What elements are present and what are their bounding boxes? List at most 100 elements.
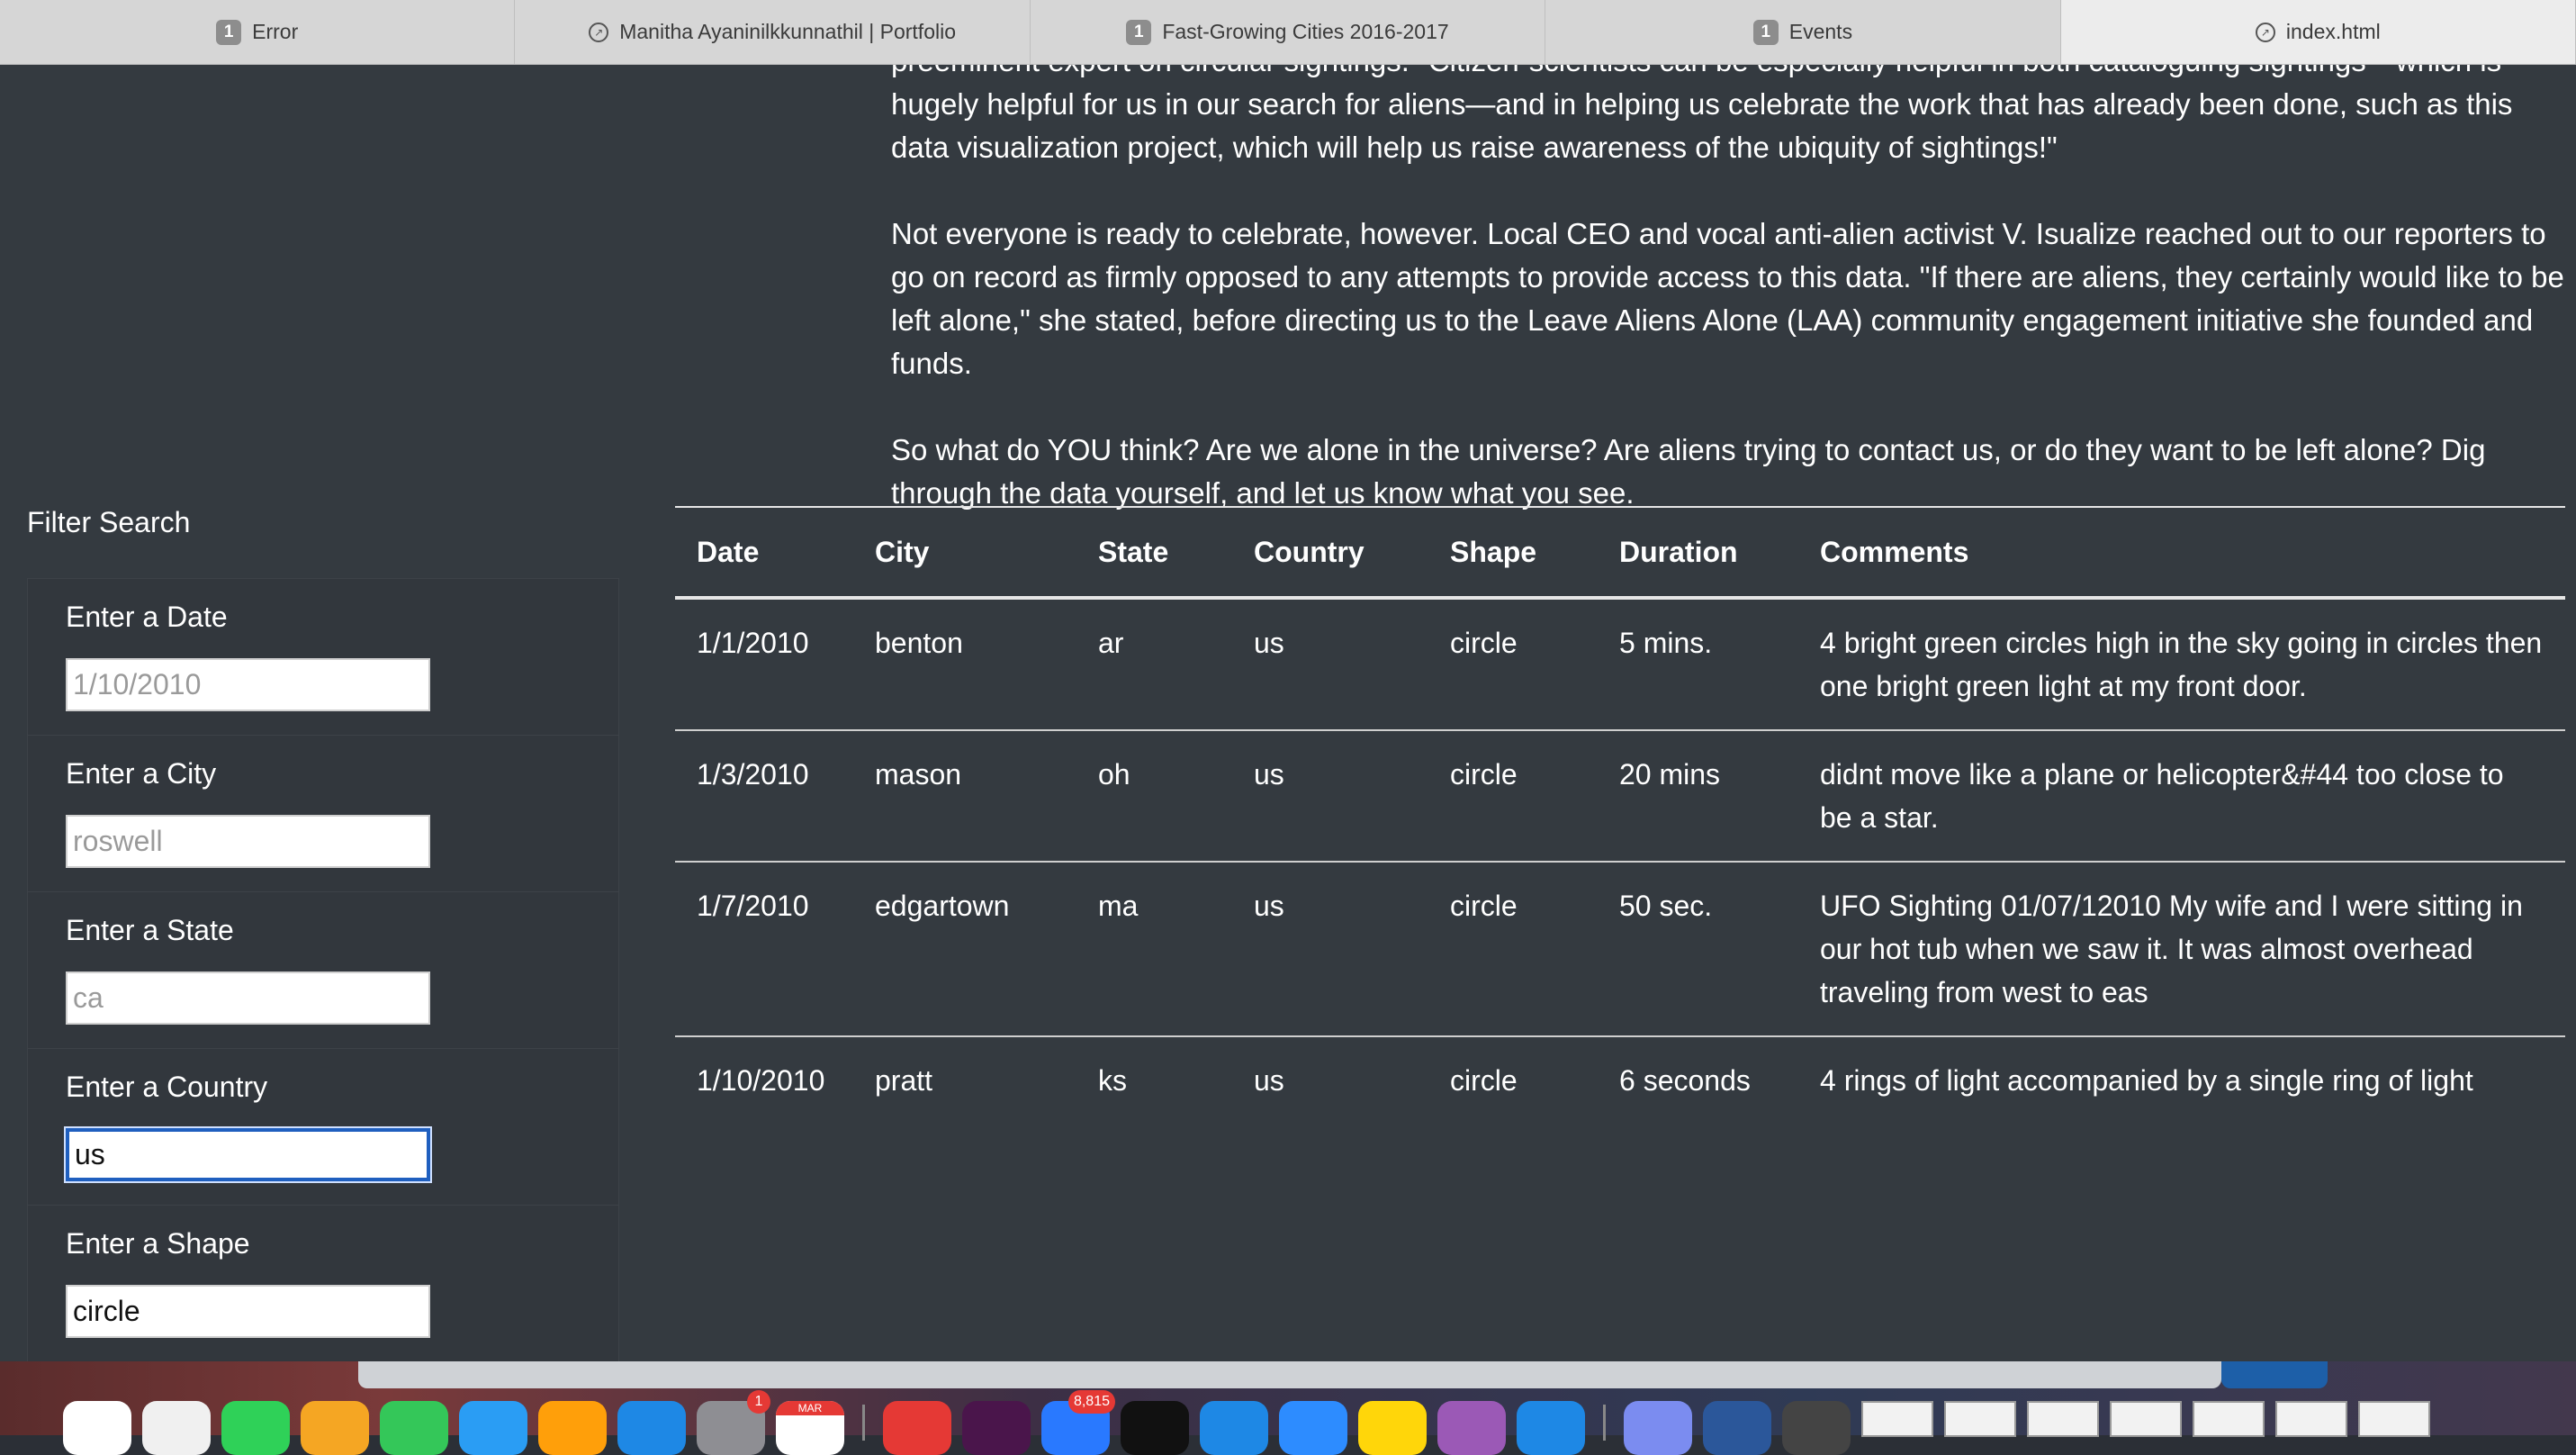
dock-app-icon[interactable]: MAR [776, 1401, 844, 1455]
table-cell-country: us [1232, 862, 1428, 1037]
table-cell-country: us [1232, 598, 1428, 731]
browser-tab-bar: 1 Error ↗ Manitha Ayaninilkkunnathil | Port… [0, 0, 2576, 65]
column-header-shape: Shape [1428, 506, 1598, 600]
dock-app-icon[interactable] [1121, 1401, 1189, 1455]
dock-app-icon[interactable] [63, 1401, 131, 1455]
dock-app-icon[interactable] [380, 1401, 448, 1455]
dock-window-thumbnail[interactable] [2027, 1401, 2099, 1437]
table-cell-country: us [1232, 730, 1428, 863]
dock-window-thumbnail[interactable] [1861, 1401, 1933, 1437]
table-cell-duration: 50 sec. [1598, 862, 1798, 1037]
column-header-date: Date [675, 506, 853, 600]
dock-app-icon[interactable] [142, 1401, 211, 1455]
state-input[interactable] [66, 972, 430, 1025]
country-input[interactable] [66, 1128, 430, 1181]
table-cell-state: ar [1076, 598, 1232, 731]
table-cell-state: oh [1076, 730, 1232, 863]
city-input[interactable] [66, 815, 430, 868]
dock-app-icon[interactable] [883, 1401, 951, 1455]
tab-4[interactable]: ↗ index.html [2060, 0, 2576, 64]
table-cell-comments: 4 rings of light accompanied by a single… [1820, 1064, 2473, 1097]
filter-panel: Enter a Date Enter a City Enter a State Ent… [27, 578, 619, 1361]
table-cell-shape: circle [1428, 730, 1598, 863]
filter-title: Filter Search [27, 506, 191, 538]
table-cell-date: 1/3/2010 [675, 730, 853, 863]
table-row: 1/10/2010 pratt ks us circle 6 seconds 4 rings… [675, 1036, 2565, 1124]
dock-app-icon[interactable] [538, 1401, 607, 1455]
dock-window-thumbnail[interactable] [2275, 1401, 2347, 1437]
table-row: 1/3/2010 mason oh us circle 20 mins didnt move… [675, 730, 2565, 863]
tab-3[interactable]: 1 Events [1545, 0, 2061, 64]
ufo-table: Date City State Country Shape Duration Comment… [675, 506, 2565, 1124]
dock-app-icon[interactable] [1703, 1401, 1771, 1455]
dock-app-icon[interactable] [1279, 1401, 1347, 1455]
dock-app-icon[interactable] [1437, 1401, 1506, 1455]
dock-app-icon[interactable] [1624, 1401, 1692, 1455]
dock-app-icon[interactable] [301, 1401, 369, 1455]
compass-icon: ↗ [589, 22, 609, 42]
dock-app-icon[interactable]: 8,815 [1041, 1390, 1115, 1455]
table-cell-date: 1/10/2010 [697, 1064, 825, 1097]
tab-1[interactable]: ↗ Manitha Ayaninilkkunnathil | Portfolio [515, 0, 1031, 64]
dock-app-icon[interactable]: 1 [697, 1390, 770, 1455]
tab-2[interactable]: 1 Fast-Growing Cities 2016-2017 [1030, 0, 1546, 64]
tab-badge: 1 [216, 19, 242, 45]
shape-label: Enter a Shape [66, 1227, 250, 1260]
article-paragraph: So what do YOU think? Are we alone in th… [891, 433, 2486, 510]
table-cell-shape: circle [1428, 598, 1598, 731]
table-cell-city: benton [853, 598, 1076, 731]
dock-app-icon[interactable] [962, 1401, 1031, 1455]
country-label: Enter a Country [66, 1071, 268, 1103]
filter-group-shape: Enter a Shape [28, 1206, 618, 1361]
tab-badge: 1 [1752, 19, 1779, 45]
filter-group-date: Enter a Date [28, 579, 618, 736]
column-header-duration: Duration [1598, 506, 1798, 600]
tab-label: index.html [2285, 20, 2381, 43]
notification-icon[interactable] [2221, 1361, 2328, 1388]
shape-input[interactable] [66, 1285, 430, 1338]
dock-app-icon[interactable] [1517, 1401, 1585, 1455]
filter-group-state: Enter a State [28, 892, 618, 1049]
column-header-comments: Comments [1798, 506, 2565, 600]
dock-app-icon[interactable] [1782, 1401, 1851, 1455]
column-header-city: City [853, 506, 1076, 600]
state-label: Enter a State [66, 914, 234, 946]
column-header-country: Country [1232, 506, 1428, 600]
dock-separator [862, 1405, 865, 1441]
horizontal-scrollbar[interactable] [358, 1361, 2221, 1388]
filter-group-city: Enter a City [28, 736, 618, 892]
dock-window-thumbnail[interactable] [2193, 1401, 2265, 1437]
article-paragraph: preeminent expert on circular sightings.… [891, 65, 2513, 164]
dock-window-thumbnail[interactable] [2358, 1401, 2430, 1437]
table-cell-shape: circle [1428, 862, 1598, 1037]
table-cell-duration: 5 mins. [1598, 598, 1798, 731]
table-cell-city: pratt [875, 1064, 933, 1097]
article-paragraph: Not everyone is ready to celebrate, howe… [891, 217, 2564, 380]
dock-app-icon[interactable] [1200, 1401, 1268, 1455]
table-cell-comments: UFO Sighting 01/07/12010 My wife and I w… [1798, 862, 2565, 1037]
dock-app-icon[interactable] [617, 1401, 686, 1455]
dock-window-thumbnail[interactable] [2110, 1401, 2182, 1437]
dock-app-icon[interactable] [1358, 1401, 1427, 1455]
tab-0[interactable]: 1 Error [0, 0, 516, 64]
dock: 1 MAR 8,815 [63, 1390, 2511, 1455]
table-cell-country: us [1254, 1064, 1284, 1097]
table-cell-date: 1/1/2010 [675, 598, 853, 731]
dock-app-icon[interactable] [459, 1401, 527, 1455]
table-header-row: Date City State Country Shape Duration Comment… [675, 506, 2565, 600]
filter-group-country: Enter a Country [28, 1049, 618, 1206]
dock-window-thumbnail[interactable] [1944, 1401, 2016, 1437]
date-input[interactable] [66, 658, 430, 711]
table-cell-duration: 20 mins [1598, 730, 1798, 863]
article-text: preeminent expert on circular sightings.… [891, 65, 2567, 558]
dock-app-icon[interactable] [221, 1401, 290, 1455]
table-cell-state: ma [1076, 862, 1232, 1037]
compass-icon: ↗ [2255, 22, 2275, 42]
table-cell-duration: 6 seconds [1619, 1064, 1751, 1097]
tab-label: Fast-Growing Cities 2016-2017 [1162, 20, 1449, 43]
table-cell-date: 1/7/2010 [675, 862, 853, 1037]
tab-badge: 1 [1126, 19, 1152, 45]
settings-badge: 1 [747, 1390, 770, 1414]
tab-label: Events [1788, 20, 1853, 43]
date-label: Enter a Date [66, 601, 228, 633]
